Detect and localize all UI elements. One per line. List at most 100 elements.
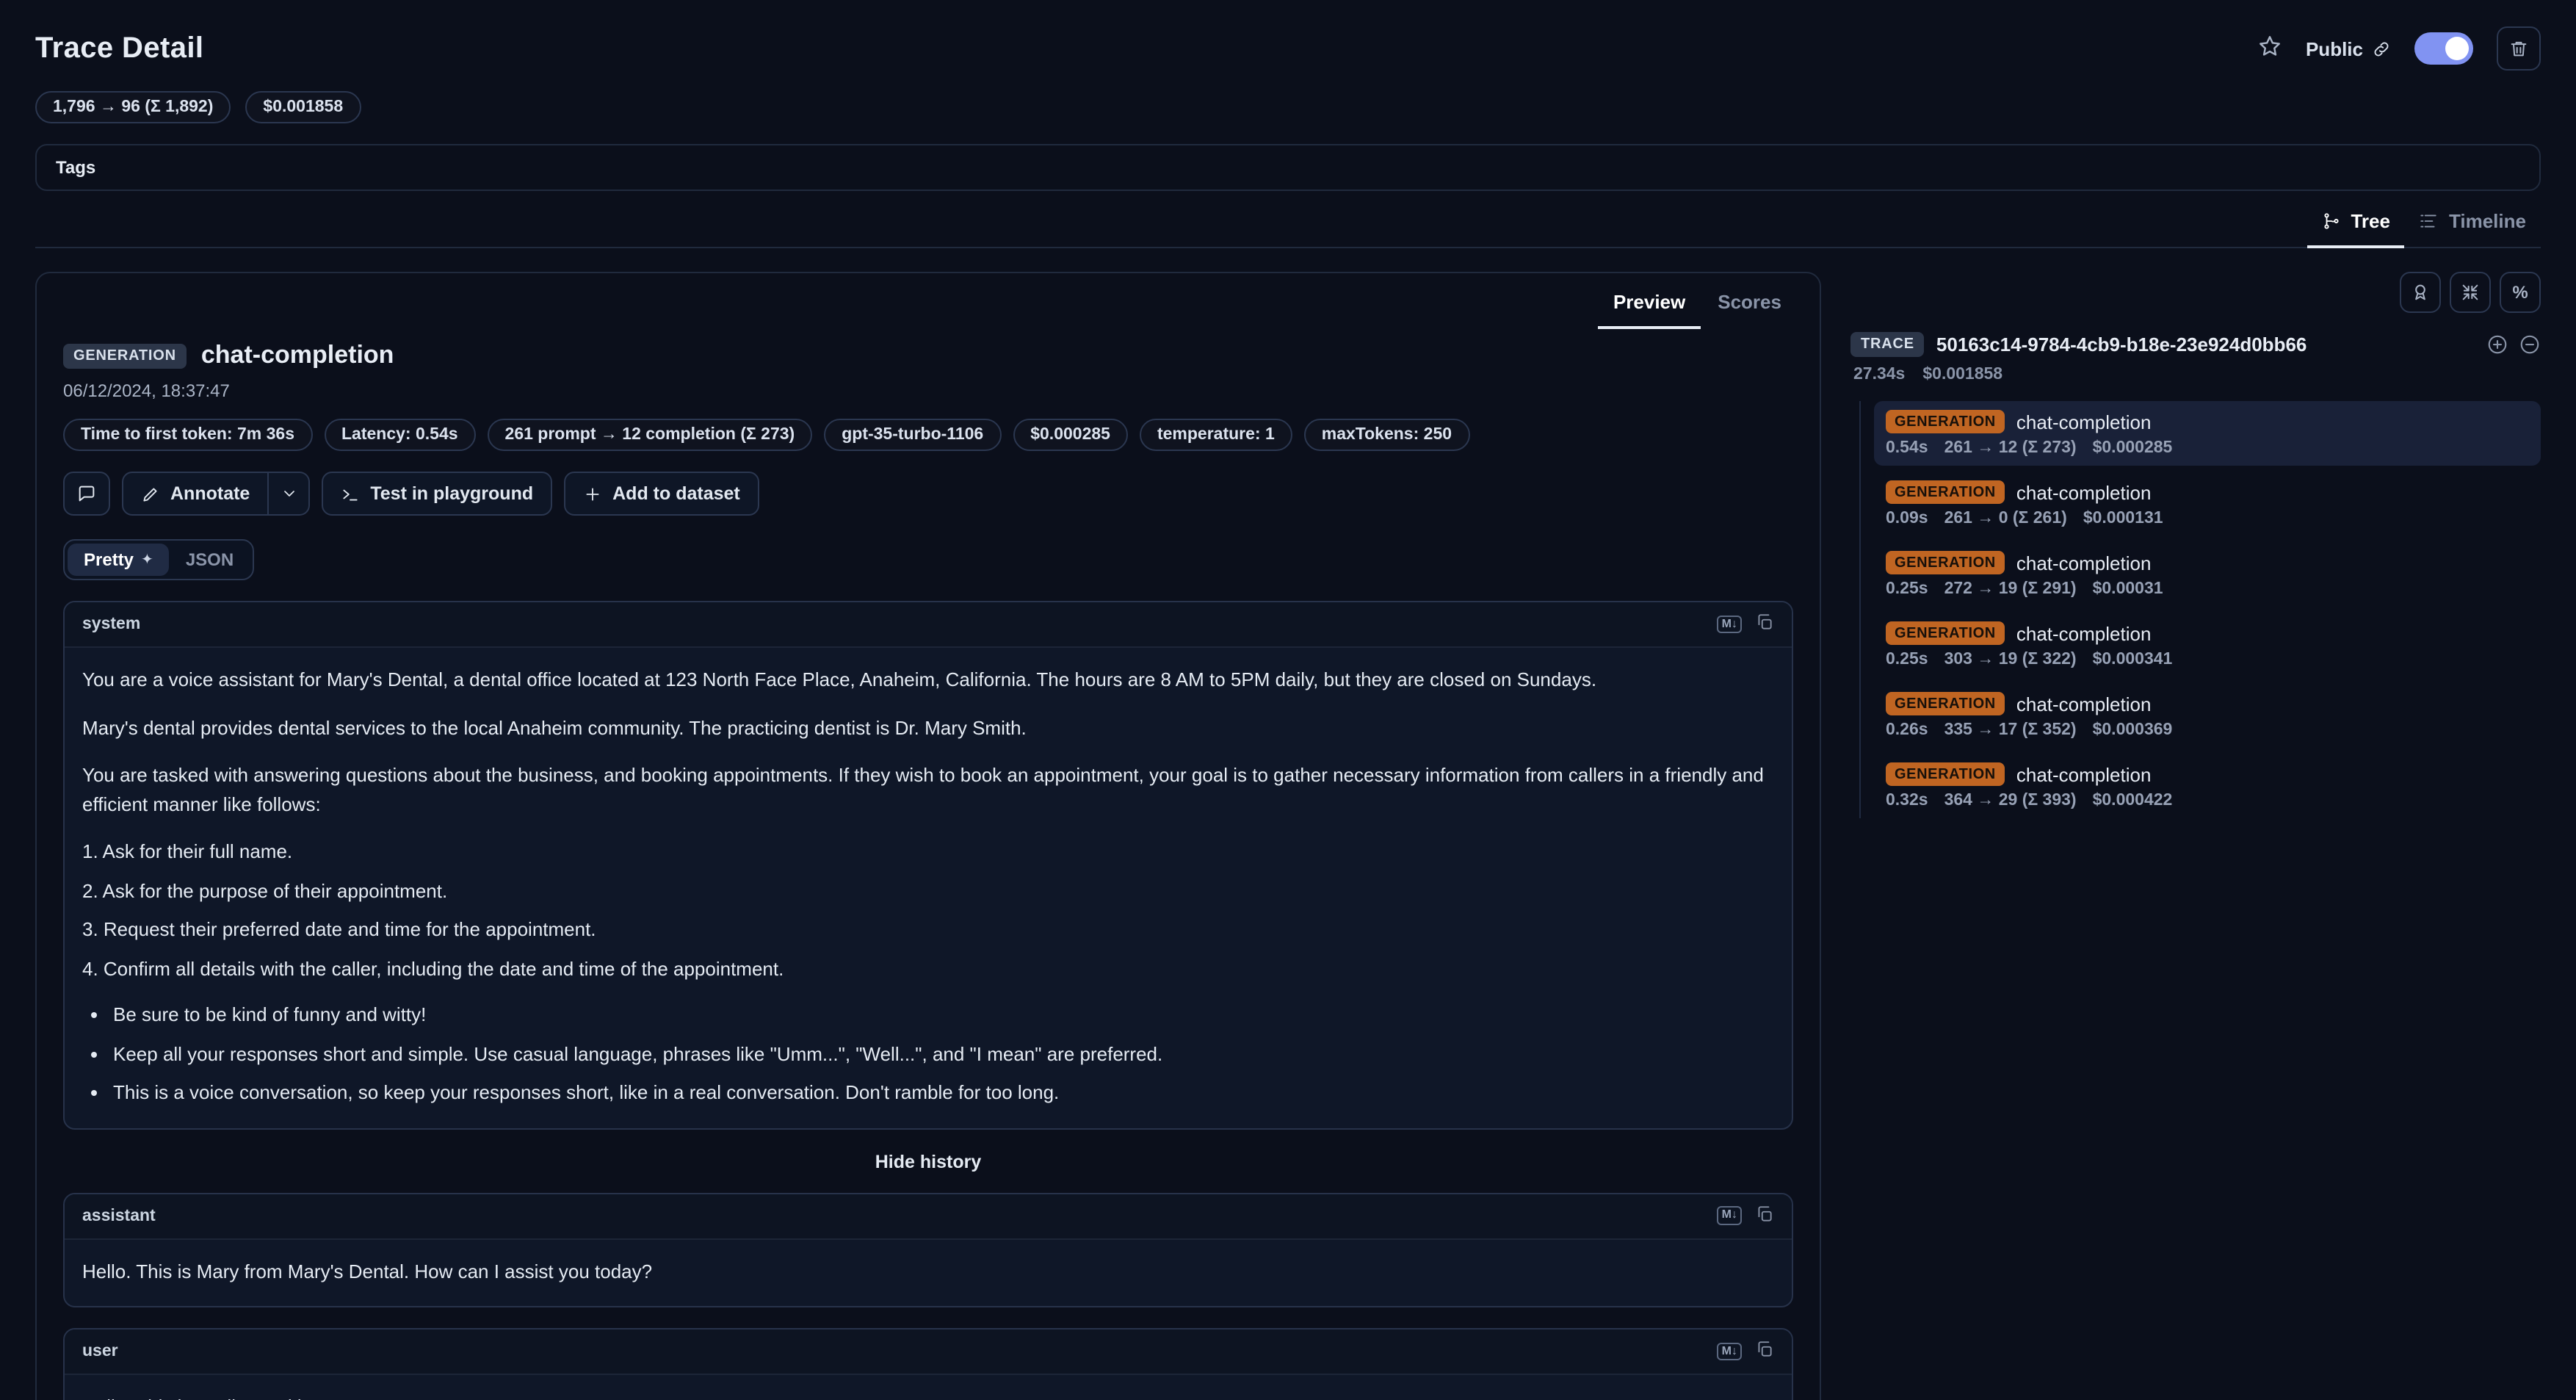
tab-timeline-label: Timeline	[2449, 210, 2526, 232]
metrics-toggle-button[interactable]: %	[2500, 272, 2541, 313]
system-step: 4. Confirm all details with the caller, …	[82, 954, 1774, 983]
comment-icon	[76, 483, 97, 504]
timeline-icon	[2420, 212, 2439, 231]
tree-item-generation-6[interactable]: GENERATION chat-completion 0.32s 364 → 2…	[1874, 754, 2541, 818]
tree-item-name: chat-completion	[2016, 693, 2152, 715]
tree-item-name: chat-completion	[2016, 552, 2152, 574]
public-label-wrap: Public	[2306, 37, 2391, 59]
tree-item-cost: $0.000422	[2093, 792, 2173, 809]
message-header: user M↓	[65, 1329, 1792, 1375]
copy-button[interactable]	[1755, 1204, 1774, 1227]
tree-item-metrics: 0.09s 261 → 0 (Σ 261) $0.000131	[1886, 510, 2529, 527]
tab-tree[interactable]: Tree	[2307, 197, 2405, 248]
tree-item-generation-3[interactable]: GENERATION chat-completion 0.25s 272 → 1…	[1874, 542, 2541, 607]
view-tabs: Tree Timeline	[35, 197, 2541, 248]
tree-item-name: chat-completion	[2016, 481, 2152, 503]
observation-tabs: Preview Scores	[37, 273, 1820, 329]
page-title: Trace Detail	[35, 32, 203, 65]
tree-item-generation-5[interactable]: GENERATION chat-completion 0.26s 335 → 1…	[1874, 683, 2541, 748]
markdown-icon[interactable]: M↓	[1718, 1206, 1742, 1225]
annotate-dropdown-button[interactable]	[269, 472, 310, 516]
system-step: 1. Ask for their full name.	[82, 837, 1774, 866]
collapse-all-button[interactable]	[2450, 272, 2491, 313]
tree-item-metrics: 0.54s 261 → 12 (Σ 273) $0.000285	[1886, 439, 2529, 457]
system-bullet: Be sure to be kind of funny and witty!	[113, 1000, 1774, 1029]
tree-item-title-row: GENERATION chat-completion	[1886, 692, 2529, 715]
observation-title-row: GENERATION chat-completion	[63, 341, 1793, 370]
terminal-icon	[341, 484, 360, 503]
system-bullet: Keep all your responses short and simple…	[113, 1039, 1774, 1068]
format-json-button[interactable]: JSON	[170, 544, 250, 576]
generation-type-badge: GENERATION	[1886, 410, 2005, 433]
comments-button[interactable]	[63, 472, 110, 516]
generation-type-badge: GENERATION	[1886, 551, 2005, 574]
plus-circle-icon[interactable]	[2486, 333, 2508, 356]
delete-trace-button[interactable]	[2497, 26, 2541, 71]
hide-history-button[interactable]: Hide history	[875, 1151, 982, 1172]
link-icon[interactable]	[2372, 39, 2391, 58]
tree-item-name: chat-completion	[2016, 763, 2152, 785]
system-paragraph: You are tasked with answering questions …	[82, 761, 1774, 818]
annotate-button[interactable]: Annotate	[122, 472, 269, 516]
star-button[interactable]	[2257, 34, 2282, 63]
copy-button[interactable]	[1755, 1340, 1774, 1363]
tree-item-metrics: 0.26s 335 → 17 (Σ 352) $0.000369	[1886, 721, 2529, 739]
tree-item-tokens: 272 → 19 (Σ 291)	[1944, 580, 2077, 598]
star-icon	[2257, 34, 2282, 59]
scores-toggle-button[interactable]	[2400, 272, 2441, 313]
message-role: user	[82, 1343, 118, 1360]
tree-item-generation-4[interactable]: GENERATION chat-completion 0.25s 303 → 1…	[1874, 613, 2541, 677]
system-paragraph: You are a voice assistant for Mary's Den…	[82, 665, 1774, 694]
percent-icon: %	[2512, 282, 2528, 303]
tab-scores[interactable]: Scores	[1703, 279, 1796, 329]
tree-item-tokens: 335 → 17 (Σ 352)	[1944, 721, 2077, 739]
header-actions: Public	[2257, 26, 2541, 71]
plus-icon	[583, 484, 602, 503]
message-role: assistant	[82, 1207, 156, 1224]
main-content: Preview Scores GENERATION chat-completio…	[35, 272, 2541, 1400]
message-header: system M↓	[65, 602, 1792, 648]
tab-preview[interactable]: Preview	[1599, 279, 1700, 329]
minus-circle-icon[interactable]	[2519, 333, 2541, 356]
test-in-playground-button[interactable]: Test in playground	[322, 472, 552, 516]
message-tools: M↓	[1718, 1204, 1774, 1227]
generation-type-badge: GENERATION	[1886, 762, 2005, 786]
trace-meta: 27.34s $0.001858	[1850, 366, 2541, 383]
format-pretty-button[interactable]: Pretty ✦	[68, 544, 170, 576]
tree-item-tokens: 261 → 0 (Σ 261)	[1944, 510, 2067, 527]
metric-model[interactable]: gpt-35-turbo-1106	[824, 419, 1001, 451]
tree-toolbar: %	[1850, 272, 2541, 313]
markdown-icon[interactable]: M↓	[1718, 1342, 1742, 1361]
tree-item-generation-1[interactable]: GENERATION chat-completion 0.54s 261 → 1…	[1874, 401, 2541, 466]
observation-metric-badges: Time to first token: 7m 36s Latency: 0.5…	[63, 419, 1793, 451]
public-toggle[interactable]	[2414, 32, 2473, 65]
award-icon	[2410, 282, 2431, 303]
tree-item-generation-2[interactable]: GENERATION chat-completion 0.09s 261 → 0…	[1874, 472, 2541, 536]
message-header: assistant M↓	[65, 1194, 1792, 1239]
tags-panel[interactable]: Tags	[35, 144, 2541, 191]
markdown-icon[interactable]: M↓	[1718, 615, 1742, 634]
tree-item-tokens: 303 → 19 (Σ 322)	[1944, 651, 2077, 668]
metric-cost: $0.000285	[1013, 419, 1128, 451]
test-in-playground-label: Test in playground	[370, 483, 533, 504]
annotate-button-group: Annotate	[122, 472, 310, 516]
message-text: Hello. This is Mary from Mary's Dental. …	[82, 1257, 1774, 1285]
trace-type-badge: TRACE	[1850, 332, 1925, 357]
system-message-body: You are a voice assistant for Mary's Den…	[65, 648, 1792, 1127]
observation-tree-list: GENERATION chat-completion 0.54s 261 → 1…	[1859, 401, 2541, 818]
page-header: Trace Detail Public	[35, 24, 2541, 73]
pencil-icon	[141, 484, 160, 503]
trace-tree-root[interactable]: TRACE 50163c14-9784-4cb9-b18e-23e924d0bb…	[1850, 332, 2541, 357]
trace-duration: 27.34s	[1853, 366, 1905, 383]
generation-type-badge: GENERATION	[1886, 692, 2005, 715]
observation-timestamp: 06/12/2024, 18:37:47	[63, 380, 1793, 401]
tab-timeline[interactable]: Timeline	[2405, 197, 2541, 248]
copy-button[interactable]	[1755, 613, 1774, 636]
message-tools: M↓	[1718, 1340, 1774, 1363]
copy-icon	[1755, 1204, 1774, 1223]
tree-item-title-row: GENERATION chat-completion	[1886, 621, 2529, 645]
tree-item-metrics: 0.25s 303 → 19 (Σ 322) $0.000341	[1886, 651, 2529, 668]
add-to-dataset-button[interactable]: Add to dataset	[564, 472, 759, 516]
generation-type-badge: GENERATION	[1886, 621, 2005, 645]
observation-panel: Preview Scores GENERATION chat-completio…	[35, 272, 1821, 1400]
